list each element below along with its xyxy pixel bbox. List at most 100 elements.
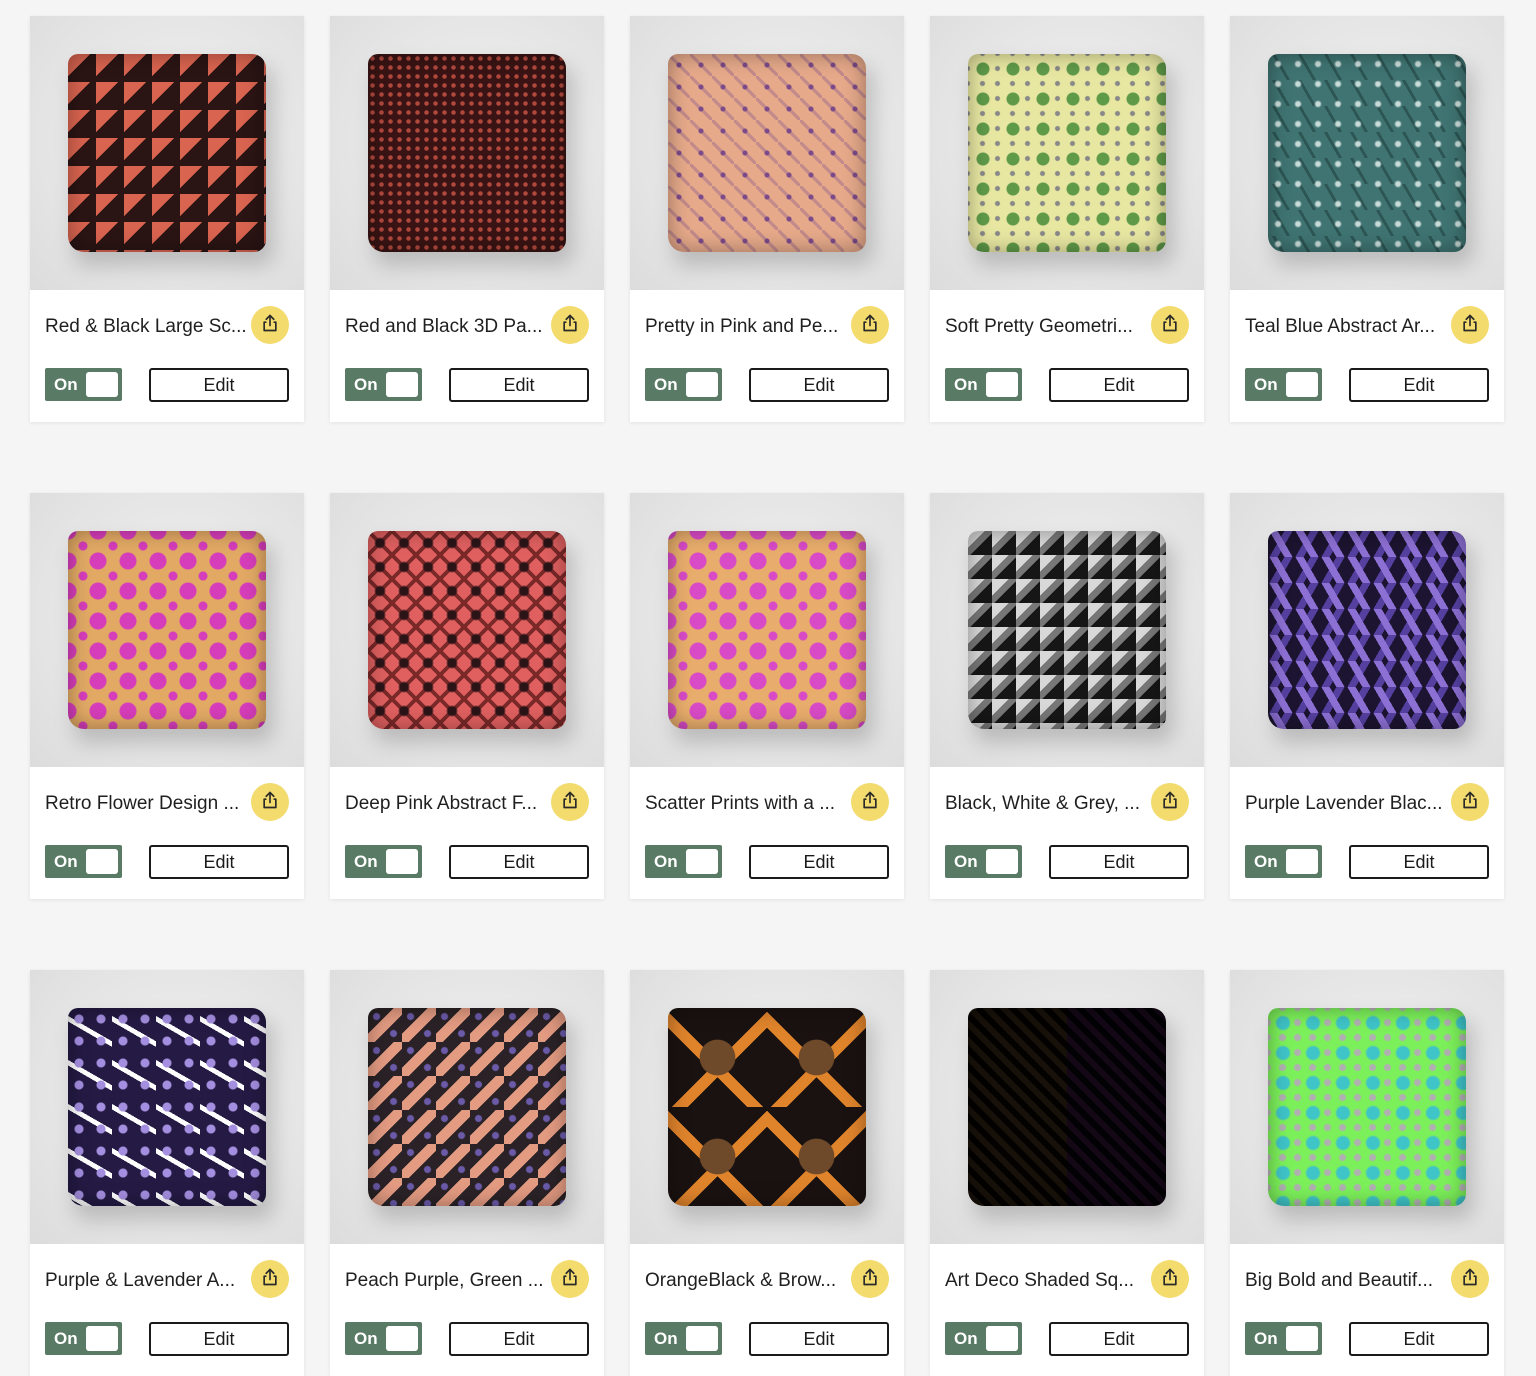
- share-button[interactable]: [1451, 783, 1489, 821]
- share-button[interactable]: [251, 306, 289, 344]
- share-button[interactable]: [1451, 1260, 1489, 1298]
- share-button[interactable]: [251, 1260, 289, 1298]
- product-image[interactable]: [630, 493, 904, 767]
- product-image[interactable]: [1230, 493, 1504, 767]
- visibility-toggle[interactable]: On: [45, 1322, 122, 1355]
- product-title[interactable]: Teal Blue Abstract Ar...: [1245, 316, 1445, 338]
- share-icon: [560, 1267, 580, 1292]
- product-title[interactable]: Black, White & Grey, ...: [945, 793, 1145, 815]
- edit-button[interactable]: Edit: [1349, 1322, 1489, 1356]
- visibility-toggle[interactable]: On: [345, 845, 422, 878]
- product-image[interactable]: [330, 970, 604, 1244]
- edit-button[interactable]: Edit: [1349, 368, 1489, 402]
- visibility-toggle[interactable]: On: [1245, 1322, 1322, 1355]
- product-card: Pretty in Pink and Pe... On Edit: [630, 16, 904, 422]
- edit-button[interactable]: Edit: [449, 845, 589, 879]
- visibility-toggle[interactable]: On: [645, 368, 722, 401]
- visibility-toggle[interactable]: On: [45, 368, 122, 401]
- edit-button[interactable]: Edit: [149, 368, 289, 402]
- product-card: Purple & Lavender A... On Edit: [30, 970, 304, 1376]
- visibility-toggle[interactable]: On: [1245, 368, 1322, 401]
- product-image[interactable]: [930, 493, 1204, 767]
- edit-button[interactable]: Edit: [1349, 845, 1489, 879]
- visibility-toggle[interactable]: On: [645, 1322, 722, 1355]
- share-button[interactable]: [851, 783, 889, 821]
- visibility-toggle[interactable]: On: [945, 1322, 1022, 1355]
- share-icon: [560, 790, 580, 815]
- share-button[interactable]: [1151, 783, 1189, 821]
- product-title[interactable]: Deep Pink Abstract F...: [345, 793, 545, 815]
- pillow-pattern: [1268, 531, 1466, 729]
- toggle-knob: [86, 849, 118, 874]
- product-title[interactable]: Art Deco Shaded Sq...: [945, 1270, 1145, 1292]
- visibility-toggle[interactable]: On: [345, 368, 422, 401]
- share-icon: [260, 1267, 280, 1292]
- product-title[interactable]: OrangeBlack & Brow...: [645, 1270, 845, 1292]
- pillow-pattern: [368, 531, 566, 729]
- share-button[interactable]: [851, 1260, 889, 1298]
- product-title[interactable]: Retro Flower Design ...: [45, 793, 245, 815]
- toggle-label: On: [654, 1329, 678, 1348]
- share-button[interactable]: [1151, 306, 1189, 344]
- edit-button[interactable]: Edit: [749, 845, 889, 879]
- pillow-pattern: [968, 54, 1166, 252]
- share-icon: [860, 1267, 880, 1292]
- share-icon: [1460, 790, 1480, 815]
- product-title[interactable]: Peach Purple, Green ...: [345, 1270, 545, 1292]
- product-title[interactable]: Soft Pretty Geometri...: [945, 316, 1145, 338]
- product-title[interactable]: Scatter Prints with a ...: [645, 793, 845, 815]
- product-card: Soft Pretty Geometri... On Edit: [930, 16, 1204, 422]
- share-icon: [860, 790, 880, 815]
- product-card: Big Bold and Beautif... On Edit: [1230, 970, 1504, 1376]
- product-image[interactable]: [930, 970, 1204, 1244]
- visibility-toggle[interactable]: On: [645, 845, 722, 878]
- product-image[interactable]: [330, 16, 604, 290]
- pillow-pattern: [668, 1008, 866, 1206]
- share-icon: [260, 790, 280, 815]
- edit-button[interactable]: Edit: [749, 1322, 889, 1356]
- visibility-toggle[interactable]: On: [945, 368, 1022, 401]
- toggle-label: On: [1254, 375, 1278, 394]
- share-button[interactable]: [551, 783, 589, 821]
- product-image[interactable]: [30, 16, 304, 290]
- edit-button[interactable]: Edit: [149, 845, 289, 879]
- share-button[interactable]: [551, 1260, 589, 1298]
- product-title[interactable]: Red and Black 3D Pa...: [345, 316, 545, 338]
- product-title[interactable]: Big Bold and Beautif...: [1245, 1270, 1445, 1292]
- toggle-label: On: [354, 375, 378, 394]
- product-image[interactable]: [630, 16, 904, 290]
- pillow-pattern: [668, 531, 866, 729]
- product-image[interactable]: [330, 493, 604, 767]
- edit-button[interactable]: Edit: [449, 368, 589, 402]
- product-title[interactable]: Purple & Lavender A...: [45, 1270, 245, 1292]
- share-button[interactable]: [251, 783, 289, 821]
- edit-button[interactable]: Edit: [749, 368, 889, 402]
- edit-button[interactable]: Edit: [1049, 845, 1189, 879]
- product-image[interactable]: [30, 970, 304, 1244]
- product-title[interactable]: Red & Black Large Sc...: [45, 316, 245, 338]
- toggle-knob: [986, 849, 1018, 874]
- product-image[interactable]: [1230, 16, 1504, 290]
- edit-button[interactable]: Edit: [1049, 1322, 1189, 1356]
- product-image[interactable]: [30, 493, 304, 767]
- edit-button[interactable]: Edit: [449, 1322, 589, 1356]
- visibility-toggle[interactable]: On: [1245, 845, 1322, 878]
- visibility-toggle[interactable]: On: [345, 1322, 422, 1355]
- pillow-pattern: [368, 54, 566, 252]
- product-image[interactable]: [630, 970, 904, 1244]
- product-title[interactable]: Purple Lavender Blac...: [1245, 793, 1445, 815]
- edit-button[interactable]: Edit: [149, 1322, 289, 1356]
- pillow-pattern: [368, 1008, 566, 1206]
- visibility-toggle[interactable]: On: [945, 845, 1022, 878]
- product-title[interactable]: Pretty in Pink and Pe...: [645, 316, 845, 338]
- edit-button[interactable]: Edit: [1049, 368, 1189, 402]
- share-button[interactable]: [1451, 306, 1489, 344]
- product-image[interactable]: [930, 16, 1204, 290]
- product-card: Red and Black 3D Pa... On Edit: [330, 16, 604, 422]
- share-icon: [1460, 313, 1480, 338]
- share-button[interactable]: [851, 306, 889, 344]
- share-button[interactable]: [1151, 1260, 1189, 1298]
- visibility-toggle[interactable]: On: [45, 845, 122, 878]
- product-image[interactable]: [1230, 970, 1504, 1244]
- share-button[interactable]: [551, 306, 589, 344]
